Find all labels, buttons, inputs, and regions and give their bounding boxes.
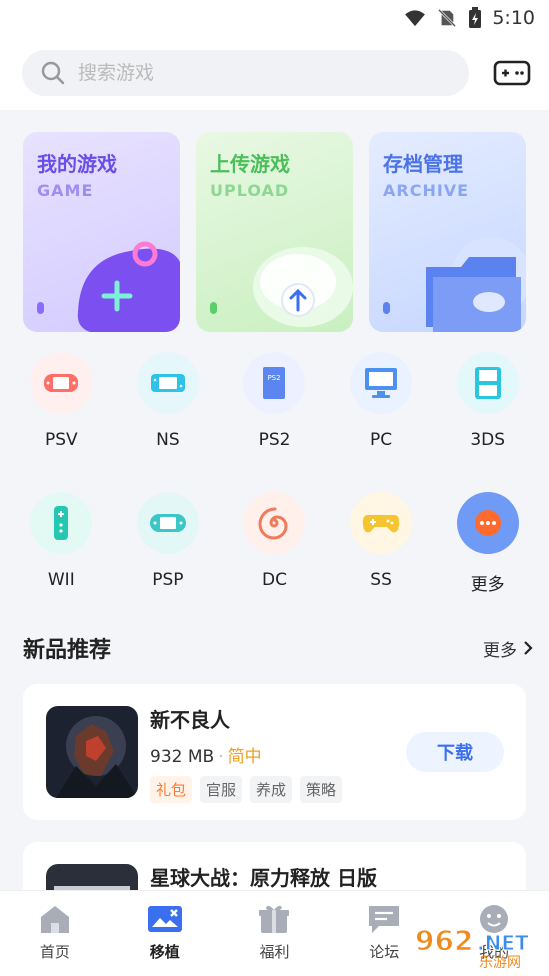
wifi-icon (405, 10, 426, 27)
card-my-games[interactable]: 我的游戏 GAME (23, 132, 180, 332)
platform-label: NS (156, 430, 180, 450)
platform-ns[interactable]: NS (115, 352, 222, 470)
platform-pc[interactable]: PC (328, 352, 435, 470)
psv-icon (30, 352, 93, 414)
game-title: 新不良人 (150, 708, 230, 732)
platform-label: 更多 (470, 575, 505, 595)
status-time: 5:10 (492, 7, 535, 29)
platform-wii[interactable]: WII (8, 492, 115, 610)
more-icon (456, 492, 519, 554)
svg-text:乐游网: 乐游网 (479, 955, 521, 970)
card-subtitle: ARCHIVE (383, 181, 470, 200)
nav-label: 首页 (39, 943, 70, 961)
more-label: 更多 (483, 640, 517, 661)
cloud-upload-icon (253, 247, 353, 327)
port-icon (147, 906, 182, 932)
ps2-icon: PS2 (243, 352, 306, 414)
platform-ss[interactable]: SS (328, 492, 435, 610)
game-title: 星球大战：原力释放 日版 (150, 866, 377, 890)
card-title: 上传游戏 (210, 152, 290, 176)
platform-dc[interactable]: DC (221, 492, 328, 610)
pc-icon (350, 352, 413, 414)
platform-label: PS2 (258, 430, 291, 450)
game-size: 932 MB (150, 747, 215, 767)
game-card[interactable]: 新不良人 932 MB · 简中 礼包 官服 养成 策略 下载 (23, 684, 526, 820)
platform-label: DC (262, 570, 287, 590)
gift-icon (259, 905, 290, 933)
search-input[interactable] (78, 62, 378, 84)
card-indicator (37, 302, 44, 314)
folder-icon (426, 237, 526, 332)
platform-grid: PSV NS PS2 PS2 PC 3DS WII PSP DC SS 更多 (8, 352, 541, 610)
tag-gift: 礼包 (150, 776, 193, 803)
game-language: 简中 (227, 747, 262, 767)
nav-welfare[interactable]: 福利 (220, 891, 330, 976)
no-sim-icon (438, 9, 457, 27)
forum-icon (369, 906, 400, 933)
platform-3ds[interactable]: 3DS (434, 352, 541, 470)
header: 5:10 (0, 0, 549, 110)
home-icon (40, 906, 69, 933)
tag-official: 官服 (200, 776, 243, 803)
3ds-icon (456, 352, 519, 414)
status-bar: 5:10 (0, 0, 549, 36)
platform-label: WII (47, 570, 75, 590)
gamepad-art-icon (77, 241, 180, 332)
nav-port[interactable]: 移植 (110, 891, 220, 976)
dc-swirl-icon (243, 492, 306, 554)
platform-label: 3DS (470, 430, 506, 450)
card-indicator (383, 302, 390, 314)
search-bar[interactable] (22, 50, 469, 96)
nav-label: 论坛 (369, 943, 400, 961)
meta-separator: · (218, 747, 224, 767)
gamepad-icon[interactable] (493, 58, 531, 88)
svg-text:PS2: PS2 (268, 374, 281, 382)
search-icon (41, 61, 65, 85)
game-cover-image (46, 706, 138, 798)
svg-text:962: 962 (415, 924, 473, 957)
card-title: 存档管理 (383, 152, 463, 176)
nav-home[interactable]: 首页 (0, 891, 110, 976)
new-releases-header: 新品推荐 更多 (23, 632, 533, 664)
platform-ps2[interactable]: PS2 PS2 (221, 352, 328, 470)
ss-controller-icon (350, 492, 413, 554)
card-subtitle: GAME (37, 181, 94, 200)
nav-label: 福利 (259, 943, 290, 961)
section-more-link[interactable]: 更多 (483, 636, 533, 661)
card-archive[interactable]: 存档管理 ARCHIVE (369, 132, 526, 332)
card-upload-games[interactable]: 上传游戏 UPLOAD (196, 132, 353, 332)
game-tags: 礼包 官服 养成 策略 (150, 776, 343, 803)
wii-icon (30, 492, 93, 554)
section-title: 新品推荐 (23, 638, 112, 663)
battery-icon (469, 7, 482, 28)
psp-icon (136, 492, 199, 554)
platform-more[interactable]: 更多 (434, 492, 541, 610)
platform-psv[interactable]: PSV (8, 352, 115, 470)
chevron-right-icon (524, 641, 533, 655)
tag-nurture: 养成 (250, 776, 293, 803)
ns-icon (136, 352, 199, 414)
nav-label: 移植 (149, 943, 180, 961)
game-meta: 932 MB · 简中 (150, 742, 262, 767)
platform-label: PSP (152, 570, 184, 590)
card-title: 我的游戏 (37, 152, 117, 176)
download-button[interactable]: 下载 (406, 732, 504, 772)
card-subtitle: UPLOAD (210, 181, 290, 200)
platform-label: SS (370, 570, 392, 590)
tag-strategy: 策略 (300, 776, 343, 803)
site-watermark: 962 .NET 乐游网 (413, 920, 545, 971)
platform-label: PC (370, 430, 393, 450)
svg-text:.NET: .NET (477, 931, 529, 955)
platform-label: PSV (44, 430, 78, 450)
card-indicator (210, 302, 217, 314)
platform-psp[interactable]: PSP (115, 492, 222, 610)
